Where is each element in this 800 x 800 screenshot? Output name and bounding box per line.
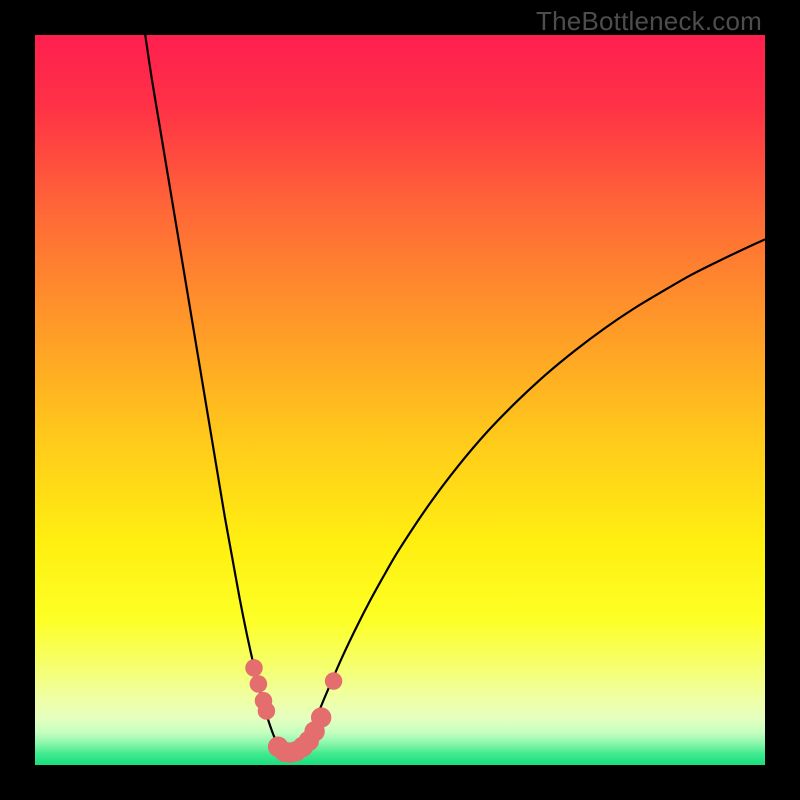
chart-frame: TheBottleneck.com	[0, 0, 800, 800]
highlight-dot	[250, 675, 268, 693]
bottleneck-curve	[145, 35, 765, 759]
highlight-dot	[258, 702, 276, 720]
watermark-text: TheBottleneck.com	[536, 6, 762, 37]
chart-svg	[35, 35, 765, 765]
highlight-dots	[245, 659, 342, 763]
plot-area	[35, 35, 765, 765]
highlight-dot	[245, 659, 263, 677]
highlight-dot	[311, 707, 331, 727]
highlight-dot	[325, 672, 343, 690]
